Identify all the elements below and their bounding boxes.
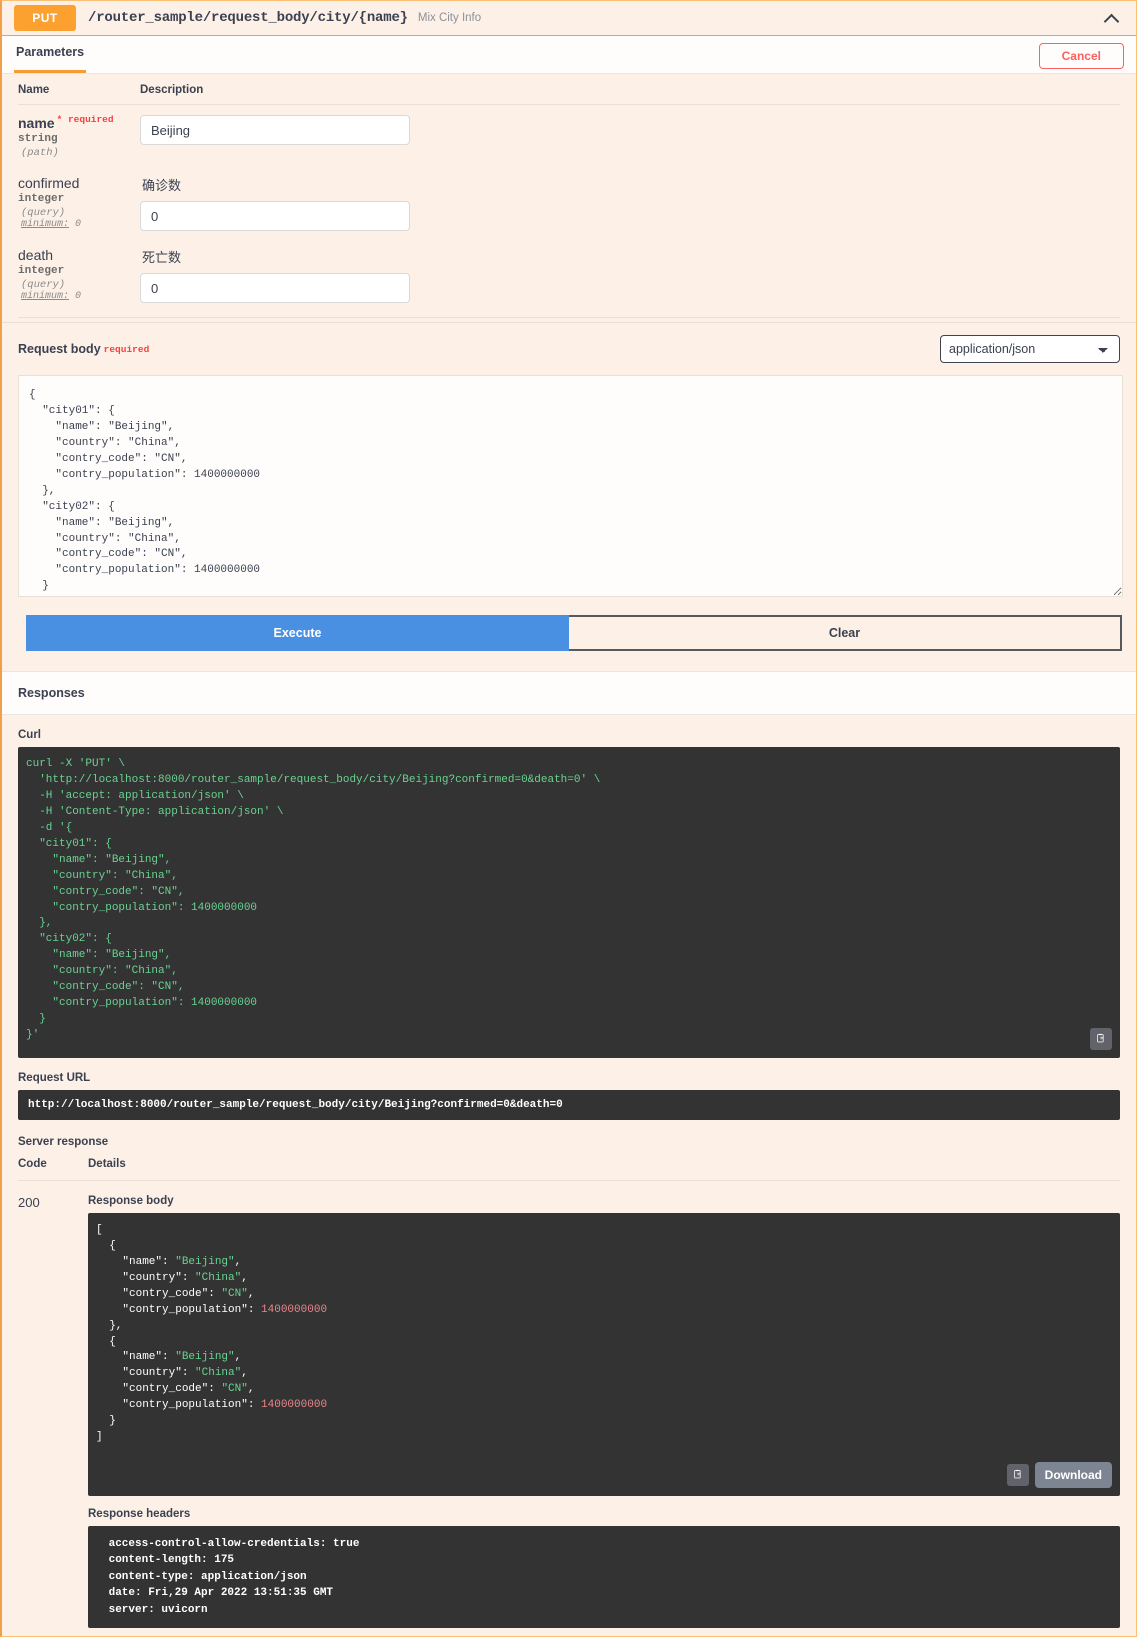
- response-status-code: 200: [18, 1194, 40, 1210]
- response-body-label: Response body: [88, 1194, 174, 1207]
- cancel-button[interactable]: Cancel: [1038, 43, 1124, 69]
- response-body-block: [ { "name": "Beijing", "country": "China…: [88, 1212, 1120, 1496]
- param-description: 确诊数: [142, 178, 182, 194]
- param-input-cell: 确诊数: [140, 165, 1120, 237]
- param-minimum: minimum: 0: [18, 219, 140, 230]
- bottom-padding: [2, 1628, 1136, 1637]
- param-name: name * required: [18, 114, 140, 131]
- param-minimum-key: minimum:: [21, 291, 70, 303]
- param-name-text: death: [18, 247, 54, 264]
- param-minimum-value: 0: [75, 291, 82, 303]
- response-headers-block: access-control-allow-credentials: true c…: [88, 1525, 1120, 1629]
- parameters-table: Name Description name * required string (…: [18, 84, 1120, 309]
- curl-command-text: curl -X 'PUT' \ 'http://localhost:8000/r…: [26, 758, 601, 1042]
- param-required-marker: * required: [56, 114, 114, 126]
- download-button[interactable]: Download: [1034, 1461, 1112, 1488]
- response-body-text: [ { "name": "Beijing", "country": "China…: [96, 1223, 328, 1444]
- param-minimum: minimum: 0: [18, 291, 140, 302]
- param-input-confirmed[interactable]: [140, 201, 410, 232]
- response-table-header-row: Code Details: [18, 1157, 1120, 1181]
- param-type: string: [18, 133, 58, 146]
- column-header-details: Details: [88, 1157, 1120, 1181]
- param-meta-cell: name * required string (path): [18, 105, 140, 166]
- curl-label: Curl: [18, 729, 41, 742]
- param-minimum-key: minimum:: [21, 219, 70, 231]
- response-details-cell: Response body [ { "name": "Beijing", "co…: [88, 1180, 1120, 1629]
- param-input-name[interactable]: [140, 115, 410, 145]
- param-type: integer: [18, 193, 65, 206]
- server-response-table: Code Details 200 Response body [ { "name…: [18, 1157, 1120, 1629]
- copy-icon[interactable]: [1006, 1463, 1029, 1486]
- request-body-editor[interactable]: [18, 375, 1123, 598]
- server-response-label: Server response: [18, 1135, 109, 1148]
- curl-code-block: curl -X 'PUT' \ 'http://localhost:8000/r…: [18, 747, 1120, 1058]
- tab-row: Parameters Cancel: [2, 36, 1136, 74]
- section-divider: [18, 317, 1120, 319]
- response-headers-label: Response headers: [88, 1507, 191, 1520]
- parameters-section: Name Description name * required string (…: [2, 74, 1136, 323]
- column-header-description: Description: [140, 84, 1120, 105]
- table-row: 200 Response body [ { "name": "Beijing",…: [18, 1180, 1120, 1629]
- param-minimum-value: 0: [75, 219, 82, 231]
- param-meta-cell: death integer (query) minimum: 0: [18, 237, 140, 309]
- execute-button[interactable]: Execute: [26, 615, 569, 652]
- request-body-editor-wrap: [2, 375, 1136, 598]
- table-row: confirmed integer (query) minimum: 0 确诊数: [18, 165, 1120, 237]
- request-body-title: Request body: [18, 342, 101, 357]
- responses-section-title: Responses: [2, 671, 1136, 716]
- action-buttons-row: Execute Clear: [2, 597, 1136, 672]
- clear-button[interactable]: Clear: [569, 615, 1122, 652]
- param-location: (query): [21, 207, 66, 220]
- column-header-name: Name: [18, 84, 140, 105]
- request-url-value: http://localhost:8000/router_sample/requ…: [18, 1089, 1120, 1120]
- table-row: death integer (query) minimum: 0 死亡数: [18, 237, 1120, 309]
- responses-section: Curl curl -X 'PUT' \ 'http://localhost:8…: [2, 715, 1136, 1629]
- http-method-badge: PUT: [14, 5, 76, 31]
- response-body-actions: Download: [1006, 1461, 1112, 1488]
- request-body-header: Request body required application/json: [2, 322, 1136, 376]
- request-body-required-marker: required: [103, 343, 150, 355]
- operation-path: /router_sample/request_body/city/{name}: [88, 10, 408, 26]
- param-name: death: [18, 247, 140, 263]
- operation-summary-header[interactable]: PUT /router_sample/request_body/city/{na…: [2, 1, 1136, 36]
- chevron-up-icon[interactable]: [1104, 9, 1122, 27]
- param-input-death[interactable]: [140, 273, 410, 304]
- param-meta-cell: confirmed integer (query) minimum: 0: [18, 165, 140, 237]
- tab-parameters[interactable]: Parameters: [14, 36, 87, 73]
- request-url-label: Request URL: [18, 1071, 91, 1084]
- param-description: 死亡数: [142, 250, 182, 266]
- param-location: (path): [21, 147, 59, 160]
- operation-summary-text: Mix City Info: [417, 12, 482, 24]
- table-row: name * required string (path): [18, 105, 1120, 166]
- operation-block-put: PUT /router_sample/request_body/city/{na…: [0, 0, 1137, 1637]
- copy-icon[interactable]: [1090, 1027, 1112, 1050]
- media-type-select[interactable]: application/json: [940, 335, 1120, 364]
- parameters-table-header-row: Name Description: [18, 84, 1120, 105]
- param-input-cell: [140, 105, 1120, 166]
- param-location: (query): [21, 279, 66, 292]
- param-name: confirmed: [18, 175, 140, 191]
- param-input-cell: 死亡数: [140, 237, 1120, 309]
- column-header-code: Code: [18, 1157, 88, 1181]
- param-name-text: confirmed: [18, 175, 80, 192]
- param-name-text: name: [18, 115, 55, 131]
- param-type: integer: [18, 265, 65, 278]
